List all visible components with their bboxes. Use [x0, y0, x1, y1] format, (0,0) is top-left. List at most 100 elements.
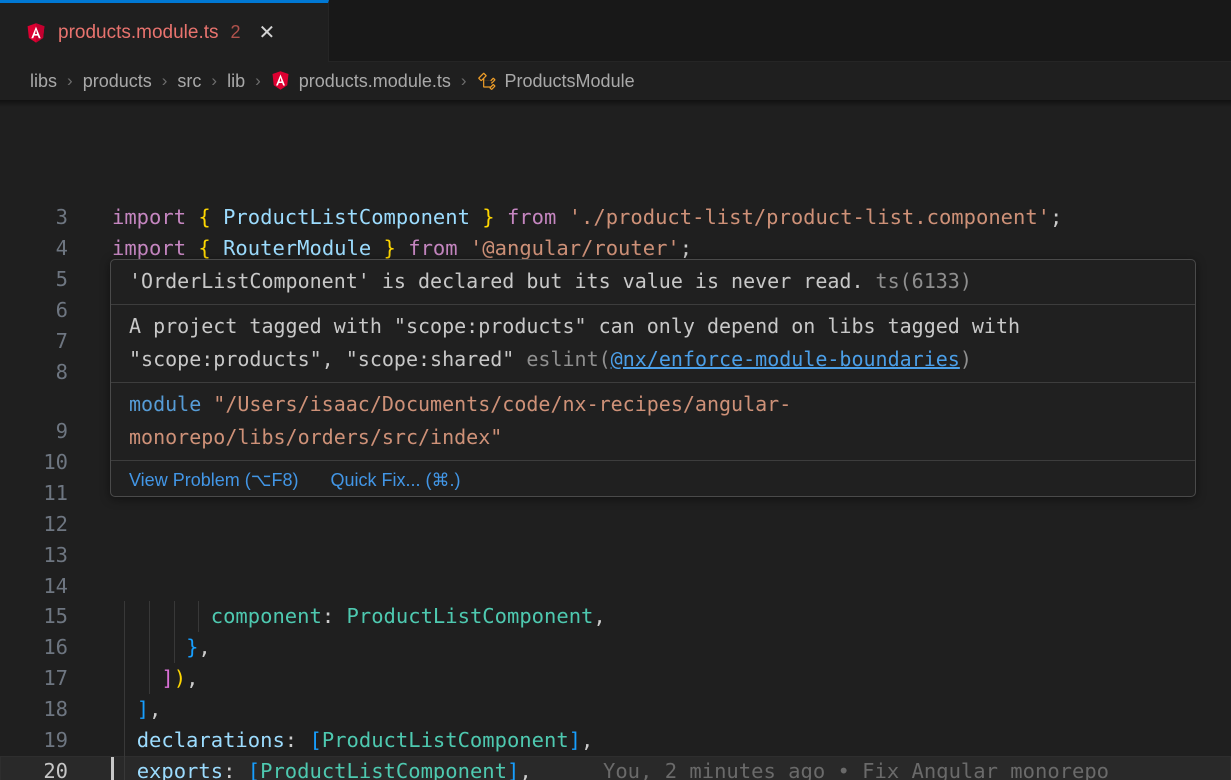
token: [112, 604, 211, 628]
token: component: [211, 604, 322, 628]
ts-error-code: ts(6133): [864, 269, 972, 293]
token: exports: [137, 759, 223, 780]
code-line-20[interactable]: 20 exports: [ProductListComponent],You, …: [0, 756, 1231, 780]
token: :: [223, 759, 235, 780]
code-text: },: [112, 632, 211, 663]
text-cursor: [111, 757, 114, 780]
token: [: [309, 728, 321, 752]
token: ]: [137, 697, 149, 721]
line-number: 3: [0, 202, 68, 233]
breadcrumb-item-productsmodule[interactable]: ProductsModule: [477, 71, 635, 92]
token: ,: [593, 604, 605, 628]
line-number: 12: [0, 509, 68, 540]
token: ,: [149, 697, 161, 721]
code-line-18[interactable]: 18 ],: [0, 694, 1231, 725]
quick-fix-link[interactable]: Quick Fix... (⌘.): [330, 470, 460, 491]
hover-eslint-message: A project tagged with "scope:products" c…: [111, 305, 1195, 382]
code-line-16[interactable]: 16 },: [0, 632, 1231, 663]
breadcrumb-item-libs[interactable]: libs: [30, 71, 57, 92]
tab-bar: products.module.ts 2 ✕: [0, 0, 1231, 62]
eslint-rule-link[interactable]: @nx/enforce-module-boundaries: [611, 347, 960, 371]
code-line-17[interactable]: 17 ]),: [0, 663, 1231, 694]
code-line-3[interactable]: 3import { ProductListComponent } from '.…: [0, 202, 1231, 233]
breadcrumb: libs›products›src›lib›products.module.ts…: [0, 62, 1231, 100]
tab-products-module[interactable]: products.module.ts 2 ✕: [0, 0, 329, 62]
hover-action-bar: View Problem (⌥F8) Quick Fix... (⌘.): [111, 460, 1195, 497]
breadcrumb-item-products-module-ts[interactable]: products.module.ts: [271, 71, 451, 92]
token: }: [482, 205, 494, 229]
code-line-13[interactable]: 13: [0, 540, 1231, 571]
token: ]: [161, 666, 173, 690]
line-number: 14: [0, 571, 68, 602]
token: [: [248, 759, 260, 780]
breadcrumb-item-products[interactable]: products: [83, 71, 152, 92]
token: [396, 236, 408, 260]
code-text: declarations: [ProductListComponent],: [112, 725, 593, 756]
token: {: [198, 236, 210, 260]
error-hover-popup: 'OrderListComponent' is declared but its…: [110, 259, 1196, 497]
code-text: ]),: [112, 663, 198, 694]
tab-close-icon[interactable]: ✕: [259, 23, 276, 43]
token: [470, 205, 482, 229]
token: [334, 604, 346, 628]
line-number: 9: [0, 416, 68, 447]
angular-file-icon: [26, 23, 46, 43]
git-blame-annotation: You, 2 minutes ago • Fix Angular monorep…: [603, 756, 1109, 780]
line-number: 6: [0, 295, 68, 326]
token: [186, 205, 198, 229]
token: '@angular/router': [470, 236, 680, 260]
view-problem-link[interactable]: View Problem (⌥F8): [129, 470, 298, 491]
hover-module-info: module "/Users/isaac/Documents/code/nx-r…: [111, 383, 1195, 460]
code-text: exports: [ProductListComponent],: [112, 756, 532, 780]
token: ;: [1050, 205, 1062, 229]
token: import: [112, 205, 186, 229]
line-number: 18: [0, 694, 68, 725]
token: ,: [519, 759, 531, 780]
token: {: [198, 205, 210, 229]
ts-message-text: 'OrderListComponent' is declared but its…: [129, 269, 864, 293]
token: from: [408, 236, 457, 260]
eslint-message-line1: A project tagged with "scope:products" c…: [129, 310, 1177, 343]
token: }: [384, 236, 396, 260]
code-line-14[interactable]: 14: [0, 571, 1231, 602]
eslint-fn-close: ): [960, 347, 972, 371]
vscode-window: products.module.ts 2 ✕ libs › products › src…: [0, 0, 1231, 780]
breadcrumb-label: ProductsModule: [505, 71, 635, 92]
line-number: 17: [0, 663, 68, 694]
code-line-19[interactable]: 19 declarations: [ProductListComponent],: [0, 725, 1231, 756]
line-number: 10: [0, 447, 68, 478]
breadcrumb-separator: ›: [461, 71, 467, 91]
line-number: 19: [0, 725, 68, 756]
breadcrumb-separator: ›: [255, 71, 261, 91]
line-number: 5: [0, 264, 68, 295]
line-number: 16: [0, 632, 68, 663]
token: ProductListComponent: [223, 205, 470, 229]
module-path-line1: module "/Users/isaac/Documents/code/nx-r…: [129, 388, 1177, 421]
code-text: ],: [112, 694, 161, 725]
breadcrumb-item-src[interactable]: src: [177, 71, 201, 92]
code-line-12[interactable]: 12: [0, 509, 1231, 540]
token: [211, 236, 223, 260]
breadcrumb-label: libs: [30, 71, 57, 92]
module-keyword: module: [129, 392, 201, 416]
token: [458, 236, 470, 260]
token: [112, 666, 161, 690]
token: ProductListComponent: [322, 728, 569, 752]
token: declarations: [137, 728, 285, 752]
token: :: [322, 604, 334, 628]
token: ,: [198, 635, 210, 659]
token: [235, 759, 247, 780]
eslint-message-line2: "scope:products", "scope:shared" eslint(…: [129, 343, 1177, 376]
token: RouterModule: [223, 236, 371, 260]
token: [297, 728, 309, 752]
breadcrumb-label: products: [83, 71, 152, 92]
token: [495, 205, 507, 229]
line-number: 4: [0, 233, 68, 264]
code-text: component: ProductListComponent,: [112, 601, 606, 632]
breadcrumb-item-lib[interactable]: lib: [227, 71, 245, 92]
token: ]: [507, 759, 519, 780]
token: [186, 236, 198, 260]
token: [371, 236, 383, 260]
code-line-15[interactable]: 15 component: ProductListComponent,: [0, 601, 1231, 632]
eslint-fn-open: eslint(: [526, 347, 610, 371]
